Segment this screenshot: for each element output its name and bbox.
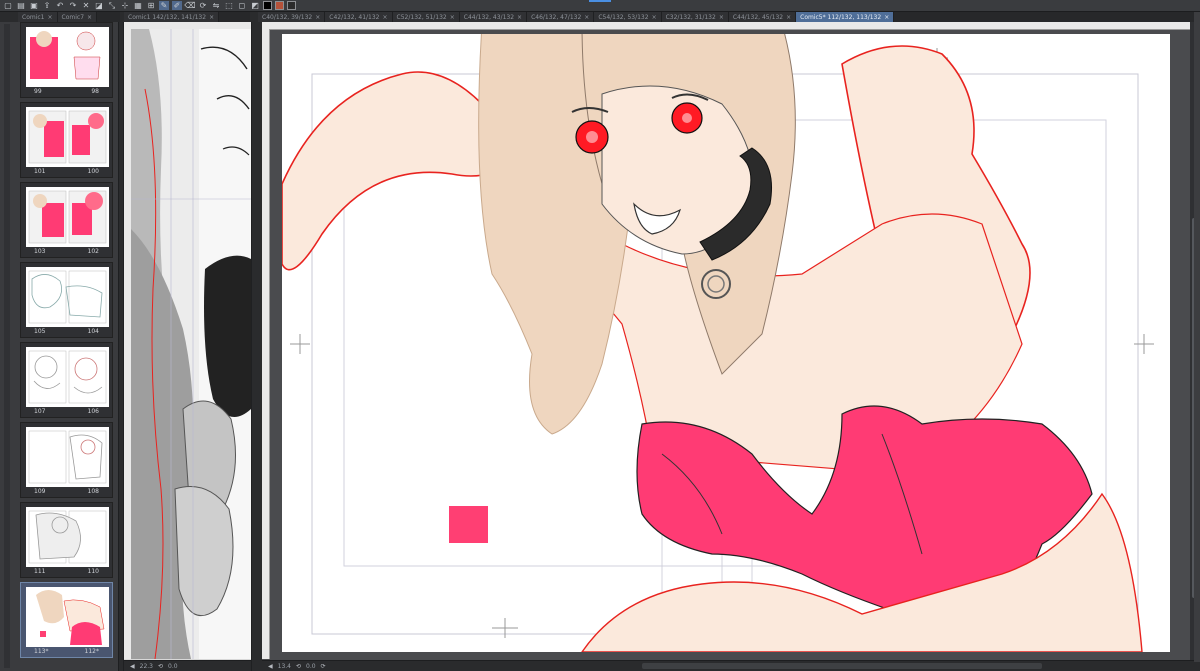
rotate-left-icon[interactable]: ⟲	[296, 663, 301, 670]
thumbnail-image	[26, 507, 109, 567]
thumbnail-image	[26, 587, 109, 647]
artwork-canvas[interactable]	[282, 34, 1170, 652]
tab-middle-1[interactable]: Comic1 142/132, 141/132 ×	[124, 12, 220, 22]
deselect-icon[interactable]: ◻	[237, 1, 247, 10]
pen-icon[interactable]: ✎	[159, 1, 169, 10]
tab-left-1[interactable]: Comic1 ×	[18, 12, 58, 22]
thumbnail-art	[28, 430, 107, 484]
angle-value[interactable]: 0.0	[168, 663, 178, 670]
eraser-icon[interactable]: ⌫	[184, 1, 195, 10]
snap-icon[interactable]: ⊹	[120, 1, 130, 10]
thumbnail-image	[26, 27, 109, 87]
close-icon[interactable]: ×	[719, 14, 724, 21]
tab-main-3[interactable]: C52/132, 51/132 ×	[392, 12, 460, 22]
close-icon[interactable]: ×	[786, 14, 791, 21]
page-thumbnail[interactable]: 103 102	[20, 182, 113, 258]
main-canvas-tabs: C40/132, 39/132 × C42/132, 41/132 × C52/13…	[258, 12, 1200, 22]
secondary-canvas-art	[131, 29, 251, 659]
tab-main-5[interactable]: C46/132, 47/132 ×	[527, 12, 595, 22]
rotate-icon[interactable]: ⟲	[158, 663, 163, 670]
export-icon[interactable]: ⇪	[42, 1, 52, 10]
page-manager-tabs: Comic1 × Comic7 ×	[18, 12, 120, 22]
transform-icon[interactable]: ⤡	[107, 1, 117, 10]
tab-main-active[interactable]: Comic5* 112/132, 113/132 ×	[796, 12, 895, 22]
thumbnail-art	[28, 110, 107, 164]
thumbnail-art	[28, 270, 107, 324]
ruler-icon[interactable]: ⊞	[146, 1, 156, 10]
toolbar-accent	[589, 0, 611, 2]
select-all-icon[interactable]: ⬚	[224, 1, 234, 10]
redo-icon[interactable]: ↷	[68, 1, 78, 10]
close-icon[interactable]: ×	[884, 14, 889, 21]
page-thumbnail[interactable]: 109 108	[20, 422, 113, 498]
main-toolbar: ▢ ▤ ▣ ⇪ ↶ ↷ ✕ ◪ ⤡ ⊹ ▦ ⊞ ✎ ✐ ⌫ ⟳ ⇋ ⬚ ◻ ◩	[0, 0, 1200, 12]
page-thumbnail[interactable]: 101 100	[20, 102, 113, 178]
zoom-value[interactable]: 22.3	[140, 663, 153, 670]
secondary-status-bar: ◀ 22.3 ⟲ 0.0	[124, 660, 251, 671]
tab-main-7[interactable]: C32/132, 31/132 ×	[661, 12, 729, 22]
open-icon[interactable]: ▤	[16, 1, 26, 10]
horizontal-ruler	[262, 22, 1190, 30]
close-icon[interactable]: ×	[584, 14, 589, 21]
invert-icon[interactable]: ◩	[250, 1, 260, 10]
flip-icon[interactable]: ⇋	[211, 1, 221, 10]
close-icon[interactable]: ×	[450, 14, 455, 21]
main-status-bar: ◀ 13.4 ⟲ 0.0 ⟳	[262, 660, 1200, 671]
thumbnail-image	[26, 347, 109, 407]
right-edge-panel	[1194, 12, 1200, 662]
page-thumbnail[interactable]: 99 98	[20, 22, 113, 98]
thumbnail-art	[28, 190, 107, 244]
tab-main-4[interactable]: C44/132, 43/132 ×	[459, 12, 528, 22]
tab-main-6[interactable]: C54/132, 53/132 ×	[594, 12, 662, 22]
page-list-scrollbar[interactable]	[4, 24, 10, 668]
vertical-ruler	[262, 29, 270, 659]
rotate-right-icon[interactable]: ⟳	[321, 663, 326, 670]
close-icon[interactable]: ×	[383, 14, 388, 21]
thumbnail-art	[30, 31, 101, 80]
page-thumbnail[interactable]: 107 106	[20, 342, 113, 418]
new-icon[interactable]: ▢	[3, 1, 13, 10]
close-icon[interactable]: ×	[87, 14, 92, 21]
thumbnail-image	[26, 267, 109, 327]
thumbnail-image	[26, 427, 109, 487]
tab-main-1[interactable]: C40/132, 39/132 ×	[258, 12, 326, 22]
transparent-color-swatch[interactable]	[287, 1, 296, 10]
thumbnail-art	[28, 350, 107, 404]
undo-icon[interactable]: ↶	[55, 1, 65, 10]
tab-main-8[interactable]: C44/132, 45/132 ×	[728, 12, 797, 22]
thumbnail-art	[28, 510, 107, 564]
close-icon[interactable]: ×	[652, 14, 657, 21]
grid-icon[interactable]: ▦	[133, 1, 143, 10]
thumbnail-image	[26, 107, 109, 167]
tab-main-2[interactable]: C42/132, 41/132 ×	[325, 12, 393, 22]
secondary-canvas-view[interactable]: ◀ 22.3 ⟲ 0.0	[123, 22, 252, 671]
middle-canvas-tabs: Comic1 142/132, 141/132 ×	[124, 12, 250, 22]
save-icon[interactable]: ▣	[29, 1, 39, 10]
rotate-icon[interactable]: ⟳	[198, 1, 208, 10]
close-icon[interactable]: ×	[48, 14, 53, 21]
page-manager-panel: 99 98 101 100 103 102 105 104 107 106 10…	[0, 22, 119, 671]
navigator-icon[interactable]: ◀	[130, 663, 135, 670]
navigator-icon[interactable]: ◀	[268, 663, 273, 670]
zoom-value[interactable]: 13.4	[278, 663, 291, 670]
page-thumbnail[interactable]: 111 110	[20, 502, 113, 578]
main-canvas-view[interactable]: ◀ 13.4 ⟲ 0.0 ⟳	[262, 22, 1200, 671]
horizontal-scrollbar[interactable]	[642, 663, 1042, 669]
thumbnail-art	[26, 587, 109, 647]
page-thumbnail[interactable]: 105 104	[20, 262, 113, 338]
close-icon[interactable]: ×	[517, 14, 522, 21]
close-icon[interactable]: ×	[315, 14, 320, 21]
fill-icon[interactable]: ◪	[94, 1, 104, 10]
page-thumbnail-current[interactable]: 113* 112*	[20, 582, 113, 658]
brush-icon[interactable]: ✐	[172, 1, 182, 10]
tab-left-2[interactable]: Comic7 ×	[57, 12, 98, 22]
close-icon[interactable]: ×	[209, 14, 214, 21]
angle-value[interactable]: 0.0	[306, 663, 316, 670]
clear-icon[interactable]: ✕	[81, 1, 91, 10]
illustration	[282, 34, 1154, 652]
sub-color-swatch[interactable]	[275, 1, 284, 10]
main-color-swatch[interactable]	[263, 1, 272, 10]
thumbnail-image	[26, 187, 109, 247]
